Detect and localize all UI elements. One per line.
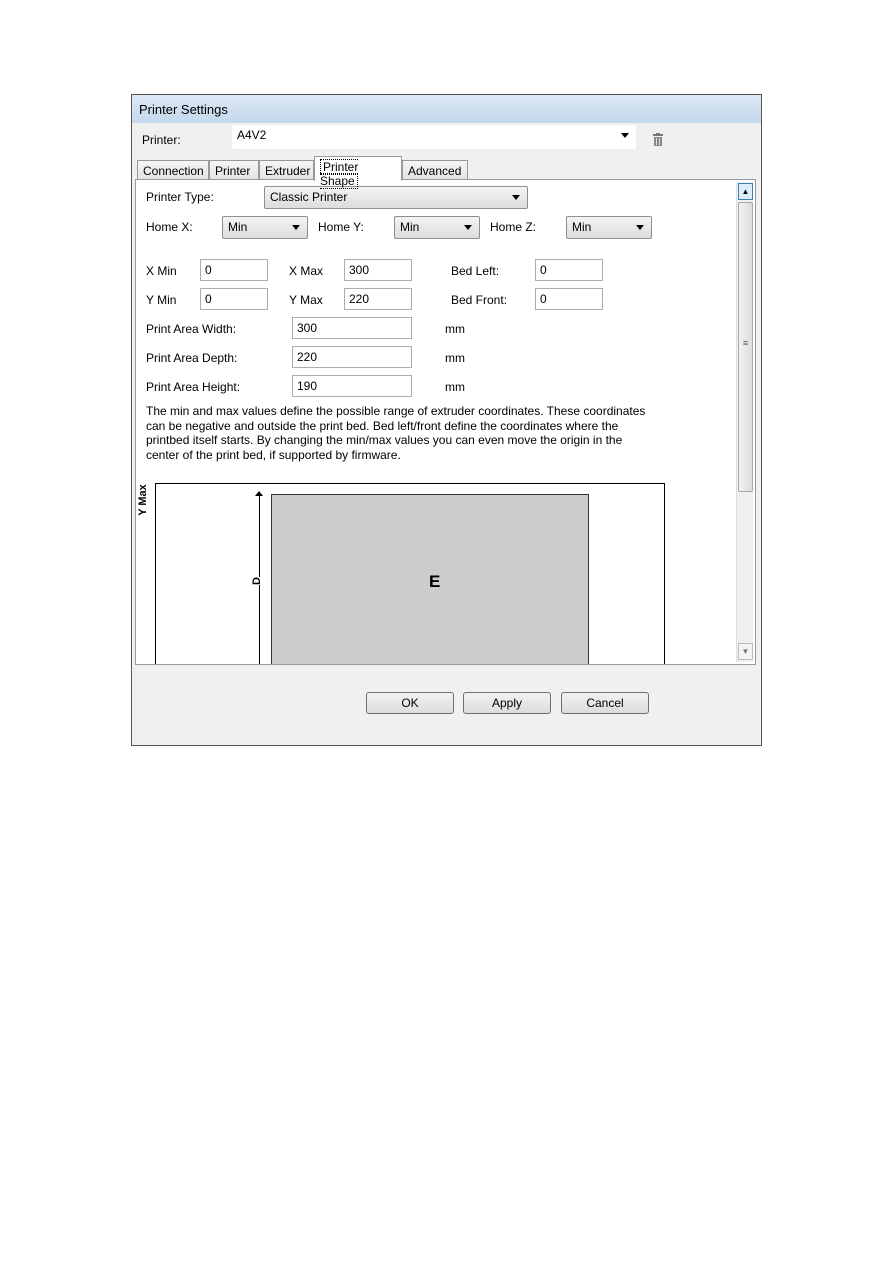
y-max-input[interactable]: 220 bbox=[344, 288, 412, 310]
tab-advanced[interactable]: Advanced bbox=[402, 160, 468, 180]
bed-front-input[interactable]: 0 bbox=[535, 288, 603, 310]
home-y-value: Min bbox=[400, 220, 420, 234]
arrow-up-icon bbox=[255, 491, 263, 496]
x-max-label: X Max bbox=[289, 264, 324, 278]
height-label: Print Area Height: bbox=[146, 380, 241, 394]
scroll-up-button[interactable]: ▲ bbox=[738, 183, 753, 200]
chevron-down-icon bbox=[464, 225, 472, 230]
width-input[interactable]: 300 bbox=[292, 317, 412, 339]
scroll-down-button[interactable]: ▼ bbox=[738, 643, 753, 660]
home-y-label: Home Y: bbox=[318, 220, 364, 234]
printer-select[interactable]: A4V2 bbox=[232, 125, 636, 149]
scroll-thumb[interactable]: ≡ bbox=[738, 202, 753, 492]
title-bar: Printer Settings bbox=[132, 95, 761, 123]
x-max-input[interactable]: 300 bbox=[344, 259, 412, 281]
ok-button[interactable]: OK bbox=[366, 692, 454, 714]
width-unit: mm bbox=[445, 322, 465, 336]
home-z-label: Home Z: bbox=[490, 220, 537, 234]
x-min-label: X Min bbox=[146, 264, 177, 278]
tab-printer-shape[interactable]: Printer Shape bbox=[314, 156, 402, 189]
tab-extruder[interactable]: Extruder bbox=[259, 160, 314, 180]
tab-label: Printer Shape bbox=[320, 159, 359, 189]
home-x-select[interactable]: Min bbox=[222, 216, 308, 239]
tab-connection[interactable]: Connection bbox=[137, 160, 209, 180]
vertical-scrollbar[interactable]: ▲ ≡ ▼ bbox=[736, 182, 753, 662]
height-unit: mm bbox=[445, 380, 465, 394]
cancel-button[interactable]: Cancel bbox=[561, 692, 649, 714]
home-x-value: Min bbox=[228, 220, 248, 234]
y-min-label: Y Min bbox=[146, 293, 177, 307]
apply-button[interactable]: Apply bbox=[463, 692, 551, 714]
width-label: Print Area Width: bbox=[146, 322, 237, 336]
depth-unit: mm bbox=[445, 351, 465, 365]
depth-label-d: D bbox=[250, 577, 263, 585]
printer-value: A4V2 bbox=[237, 128, 267, 142]
chevron-down-icon bbox=[512, 195, 520, 200]
extruder-label-e: E bbox=[429, 572, 441, 591]
home-x-label: Home X: bbox=[146, 220, 193, 234]
printer-type-label: Printer Type: bbox=[146, 190, 214, 204]
home-z-select[interactable]: Min bbox=[566, 216, 652, 239]
printer-label: Printer: bbox=[142, 133, 181, 147]
printer-type-value: Classic Printer bbox=[270, 190, 348, 204]
y-max-label: Y Max bbox=[289, 293, 323, 307]
chevron-down-icon bbox=[636, 225, 644, 230]
depth-input[interactable]: 220 bbox=[292, 346, 412, 368]
bed-left-label: Bed Left: bbox=[451, 264, 500, 278]
depth-label: Print Area Depth: bbox=[146, 351, 238, 365]
bed-left-input[interactable]: 0 bbox=[535, 259, 603, 281]
chevron-down-icon bbox=[292, 225, 300, 230]
printer-type-select[interactable]: Classic Printer bbox=[264, 186, 528, 209]
home-y-select[interactable]: Min bbox=[394, 216, 480, 239]
trash-icon[interactable] bbox=[653, 133, 663, 146]
height-input[interactable]: 190 bbox=[292, 375, 412, 397]
tab-printer[interactable]: Printer bbox=[209, 160, 259, 180]
chevron-down-icon bbox=[621, 133, 629, 138]
home-z-value: Min bbox=[572, 220, 592, 234]
x-min-input[interactable]: 0 bbox=[200, 259, 268, 281]
y-min-input[interactable]: 0 bbox=[200, 288, 268, 310]
y-max-diagram-label: Y Max bbox=[136, 484, 149, 516]
help-text: The min and max values define the possib… bbox=[146, 404, 646, 462]
bed-front-label: Bed Front: bbox=[451, 293, 508, 307]
